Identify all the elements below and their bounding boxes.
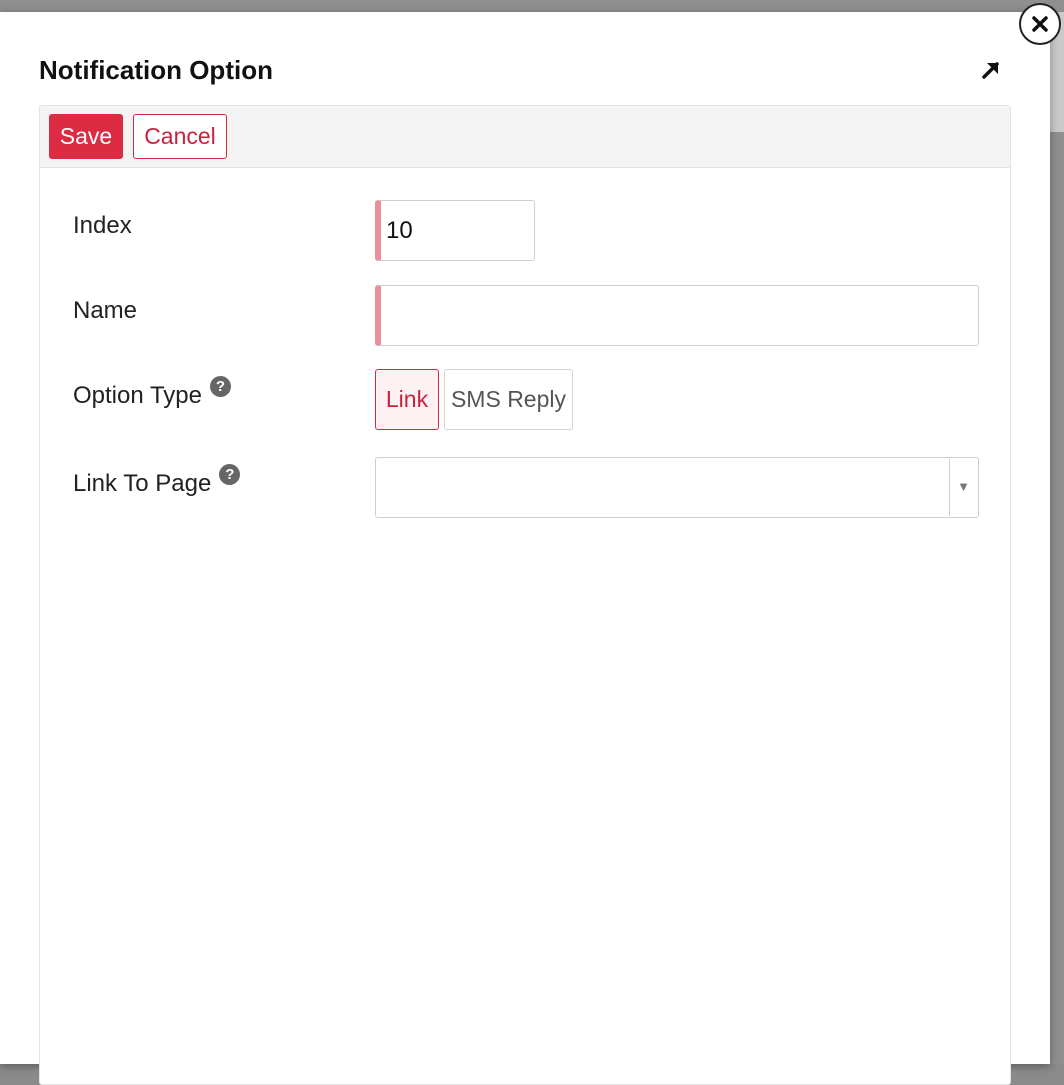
link-to-page-select[interactable]: ▼ <box>375 457 979 518</box>
cancel-button[interactable]: Cancel <box>133 114 227 159</box>
notification-option-modal: Notification Option Save Cancel Index 10… <box>0 12 1050 1085</box>
index-label: Index <box>73 212 132 239</box>
link-to-page-label: Link To Page <box>73 470 212 497</box>
chevron-down-icon[interactable]: ▼ <box>957 479 970 494</box>
save-button[interactable]: Save <box>49 114 123 159</box>
form-toolbar: Save Cancel <box>40 106 1010 168</box>
option-type-link-button[interactable]: Link <box>375 369 439 430</box>
form-panel: Save Cancel Index 10 Name Option Type? L… <box>39 105 1011 1085</box>
index-input[interactable]: 10 <box>375 200 535 261</box>
close-icon <box>1032 16 1048 32</box>
question-circle-icon[interactable]: ? <box>219 464 241 485</box>
option-type-label: Option Type <box>73 382 202 409</box>
name-input[interactable] <box>375 285 979 346</box>
arrow-up-right-icon[interactable] <box>978 57 1004 83</box>
option-type-label-group: Option Type? <box>73 376 231 410</box>
modal-title: Notification Option <box>39 55 273 85</box>
name-label: Name <box>73 297 138 324</box>
link-to-page-label-group: Link To Page? <box>73 464 241 498</box>
option-type-sms-reply-button[interactable]: SMS Reply <box>444 369 573 430</box>
select-divider <box>949 459 950 516</box>
question-circle-icon[interactable]: ? <box>209 376 231 397</box>
close-button[interactable] <box>1019 3 1061 45</box>
